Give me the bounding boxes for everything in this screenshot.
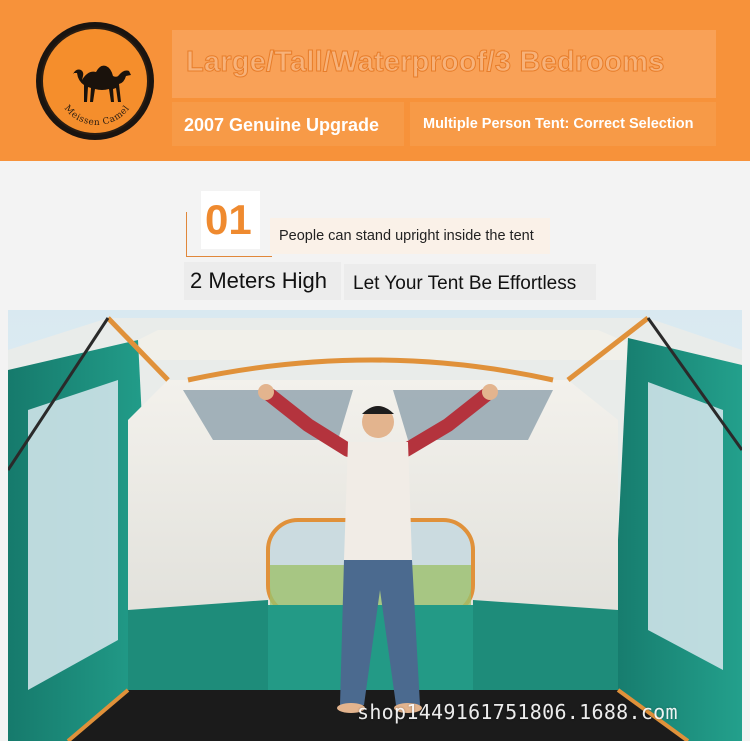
- selection-label: Multiple Person Tent: Correct Selection: [423, 116, 694, 132]
- feature-number: 01: [205, 196, 252, 243]
- shop-watermark: shop1449161751806.1688.com: [357, 700, 678, 724]
- tagline: Let Your Tent Be Effortless: [353, 273, 577, 294]
- upgrade-label: 2007 Genuine Upgrade: [184, 115, 380, 135]
- logo-badge: Meissen Camel: [41, 27, 149, 135]
- tent-photo: [8, 310, 742, 741]
- logo-text: Meissen Camel: [62, 104, 132, 128]
- headline: Large/Tall/Waterproof/3 Bedrooms: [186, 46, 665, 79]
- feature-description: People can stand upright inside the tent: [279, 228, 534, 244]
- svg-text:Meissen Camel: Meissen Camel: [62, 104, 132, 128]
- height-label: 2 Meters High: [190, 268, 327, 293]
- camel-icon: Meissen Camel: [62, 65, 132, 128]
- brand-logo: Meissen Camel: [36, 22, 154, 140]
